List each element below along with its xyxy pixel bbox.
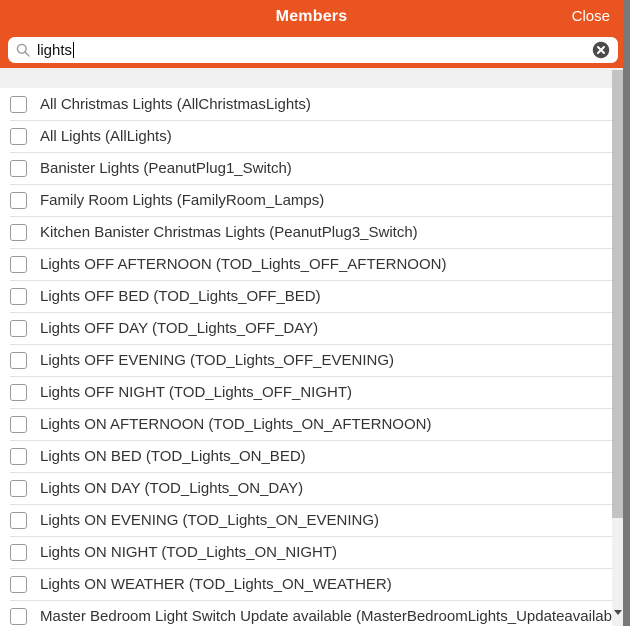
member-checkbox[interactable]: [10, 256, 27, 273]
members-dialog: Members Close lights All Christmas Light…: [0, 0, 623, 626]
search-input[interactable]: lights: [8, 37, 618, 63]
dialog-header: Members Close lights: [0, 0, 623, 68]
member-checkbox[interactable]: [10, 96, 27, 113]
member-checkbox[interactable]: [10, 224, 27, 241]
member-row[interactable]: All Lights (AllLights): [0, 120, 612, 152]
page-backdrop-strip: [623, 0, 630, 626]
member-label: Lights ON DAY (TOD_Lights_ON_DAY): [40, 480, 303, 497]
member-checkbox[interactable]: [10, 416, 27, 433]
member-checkbox[interactable]: [10, 384, 27, 401]
member-checkbox[interactable]: [10, 544, 27, 561]
member-checkbox[interactable]: [10, 352, 27, 369]
member-row[interactable]: Lights OFF EVENING (TOD_Lights_OFF_EVENI…: [0, 344, 612, 376]
dialog-title: Members: [0, 8, 623, 26]
search-icon: [16, 43, 30, 57]
member-label: Lights OFF EVENING (TOD_Lights_OFF_EVENI…: [40, 352, 394, 369]
member-checkbox[interactable]: [10, 192, 27, 209]
member-checkbox[interactable]: [10, 128, 27, 145]
member-label: Lights ON WEATHER (TOD_Lights_ON_WEATHER…: [40, 576, 392, 593]
member-row[interactable]: Lights ON EVENING (TOD_Lights_ON_EVENING…: [0, 504, 612, 536]
member-list: All Christmas Lights (AllChristmasLights…: [0, 88, 612, 632]
member-checkbox[interactable]: [10, 448, 27, 465]
clear-search-button[interactable]: [592, 41, 610, 59]
member-label: Lights OFF AFTERNOON (TOD_Lights_OFF_AFT…: [40, 256, 446, 273]
member-label: Lights ON BED (TOD_Lights_ON_BED): [40, 448, 306, 465]
member-checkbox[interactable]: [10, 288, 27, 305]
member-label: Lights OFF NIGHT (TOD_Lights_OFF_NIGHT): [40, 384, 352, 401]
member-label: All Christmas Lights (AllChristmasLights…: [40, 96, 311, 113]
member-row[interactable]: Kitchen Banister Christmas Lights (Peanu…: [0, 216, 612, 248]
member-label: Lights ON EVENING (TOD_Lights_ON_EVENING…: [40, 512, 379, 529]
circle-x-icon: [592, 41, 610, 59]
scrollbar-track[interactable]: [612, 68, 623, 626]
text-caret: [73, 42, 74, 58]
member-checkbox[interactable]: [10, 576, 27, 593]
member-label: Banister Lights (PeanutPlug1_Switch): [40, 160, 292, 177]
close-button[interactable]: Close: [572, 8, 610, 25]
member-row[interactable]: All Christmas Lights (AllChristmasLights…: [0, 88, 612, 120]
member-checkbox[interactable]: [10, 480, 27, 497]
member-label: Lights ON AFTERNOON (TOD_Lights_ON_AFTER…: [40, 416, 431, 433]
member-row[interactable]: Lights ON BED (TOD_Lights_ON_BED): [0, 440, 612, 472]
member-row[interactable]: Lights OFF AFTERNOON (TOD_Lights_OFF_AFT…: [0, 248, 612, 280]
member-checkbox[interactable]: [10, 608, 27, 625]
member-row[interactable]: Lights ON WEATHER (TOD_Lights_ON_WEATHER…: [0, 568, 612, 600]
member-row[interactable]: Lights OFF DAY (TOD_Lights_OFF_DAY): [0, 312, 612, 344]
member-label: Kitchen Banister Christmas Lights (Peanu…: [40, 224, 418, 241]
member-row[interactable]: Family Room Lights (FamilyRoom_Lamps): [0, 184, 612, 216]
member-row[interactable]: Lights OFF BED (TOD_Lights_OFF_BED): [0, 280, 612, 312]
member-row[interactable]: Lights ON NIGHT (TOD_Lights_ON_NIGHT): [0, 536, 612, 568]
member-checkbox[interactable]: [10, 160, 27, 177]
member-checkbox[interactable]: [10, 512, 27, 529]
scroll-down-button[interactable]: [612, 610, 623, 615]
scrollbar-thumb[interactable]: [612, 70, 623, 518]
member-label: Master Bedroom Light Switch Update avail…: [40, 608, 612, 625]
member-row[interactable]: Master Bedroom Light Switch Update avail…: [0, 600, 612, 632]
search-value: lights: [37, 42, 72, 59]
member-label: Lights ON NIGHT (TOD_Lights_ON_NIGHT): [40, 544, 337, 561]
member-row[interactable]: Lights OFF NIGHT (TOD_Lights_OFF_NIGHT): [0, 376, 612, 408]
triangle-down-icon: [614, 610, 622, 615]
member-label: All Lights (AllLights): [40, 128, 172, 145]
member-checkbox[interactable]: [10, 320, 27, 337]
member-label: Lights OFF DAY (TOD_Lights_OFF_DAY): [40, 320, 318, 337]
member-row[interactable]: Banister Lights (PeanutPlug1_Switch): [0, 152, 612, 184]
member-label: Family Room Lights (FamilyRoom_Lamps): [40, 192, 324, 209]
member-label: Lights OFF BED (TOD_Lights_OFF_BED): [40, 288, 321, 305]
member-row[interactable]: Lights ON AFTERNOON (TOD_Lights_ON_AFTER…: [0, 408, 612, 440]
member-row[interactable]: Lights ON DAY (TOD_Lights_ON_DAY): [0, 472, 612, 504]
